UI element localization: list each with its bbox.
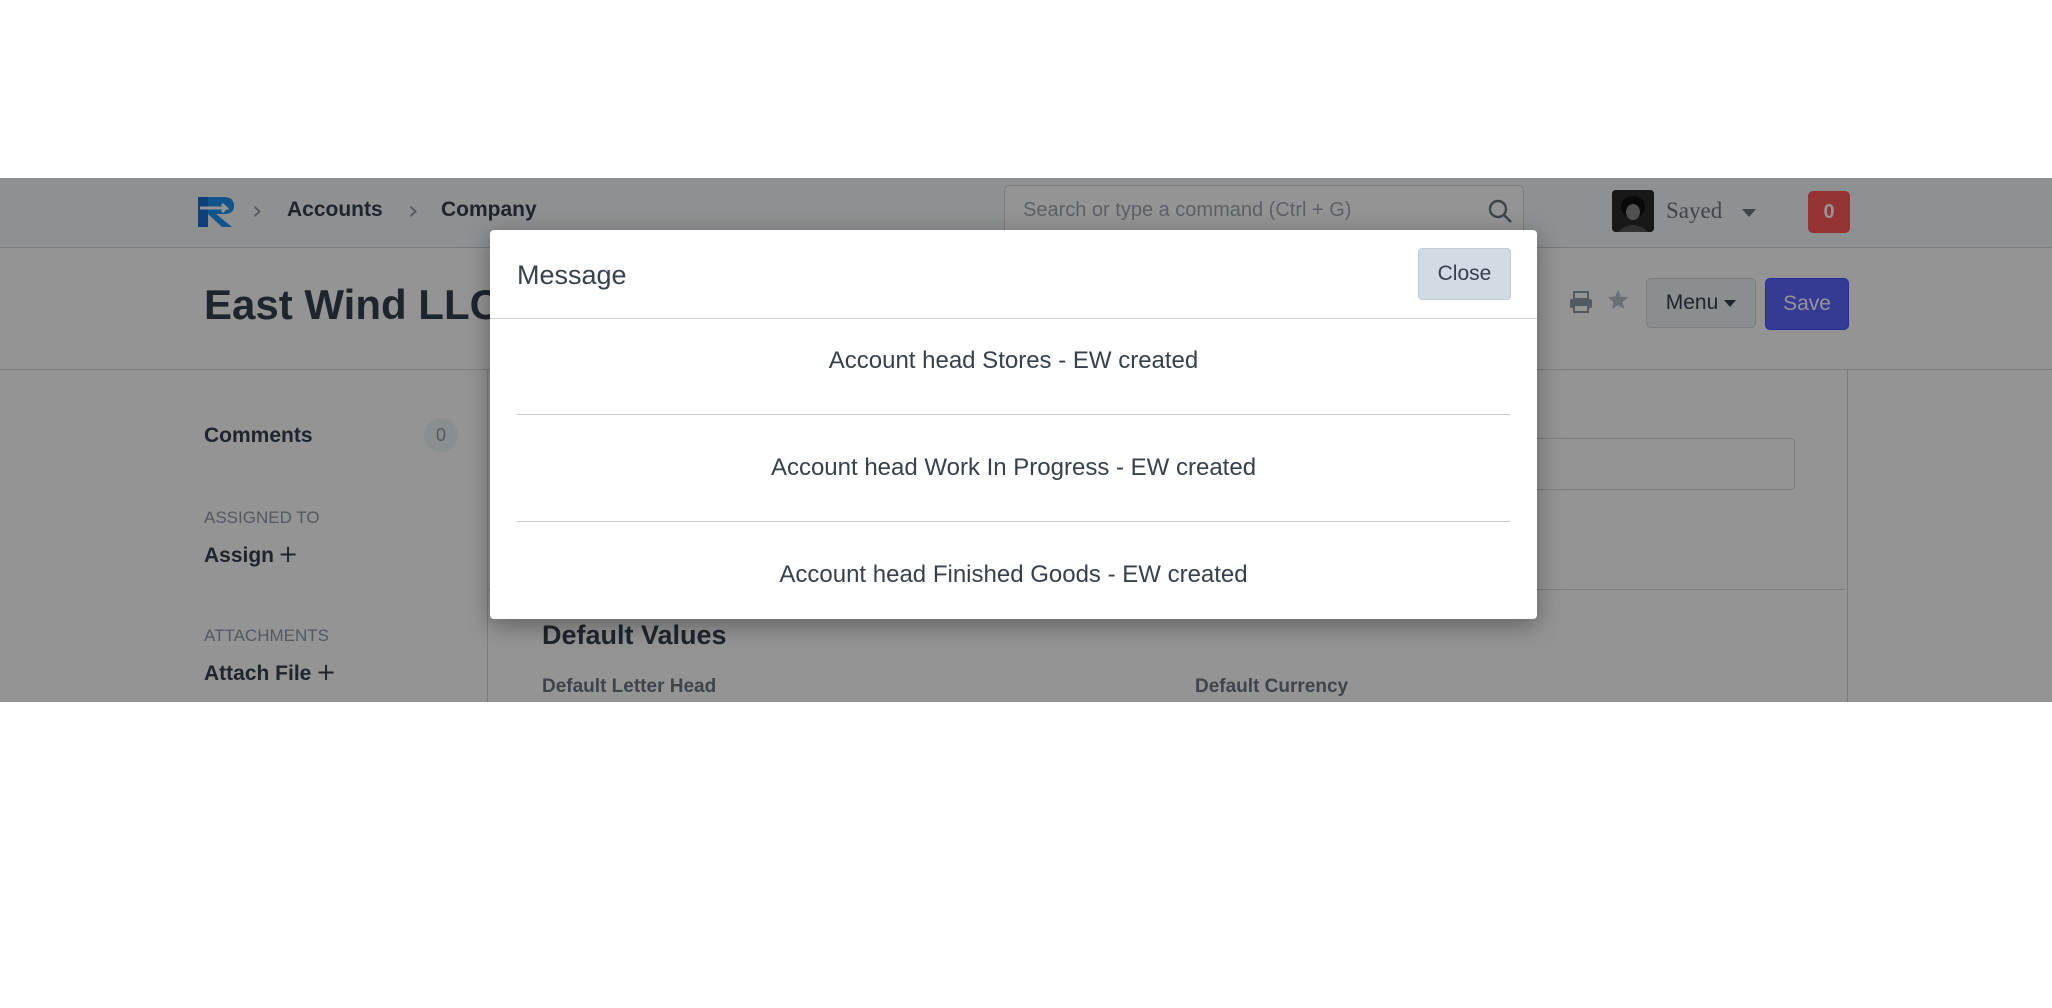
message-divider [517, 414, 1510, 415]
message-item: Account head Work In Progress - EW creat… [770, 454, 1257, 481]
message-dialog: Message Close Account head Stores - EW c… [490, 230, 1537, 619]
modal-title: Message [517, 260, 627, 290]
modal-header: Message Close [490, 230, 1537, 319]
message-divider [517, 521, 1510, 522]
message-item: Account head Stores - EW created [828, 347, 1199, 374]
message-item: Account head Finished Goods - EW created [779, 561, 1248, 588]
app-screenshot: › Accounts › Company Search or type a co… [0, 178, 2052, 702]
close-button[interactable]: Close [1418, 248, 1511, 300]
